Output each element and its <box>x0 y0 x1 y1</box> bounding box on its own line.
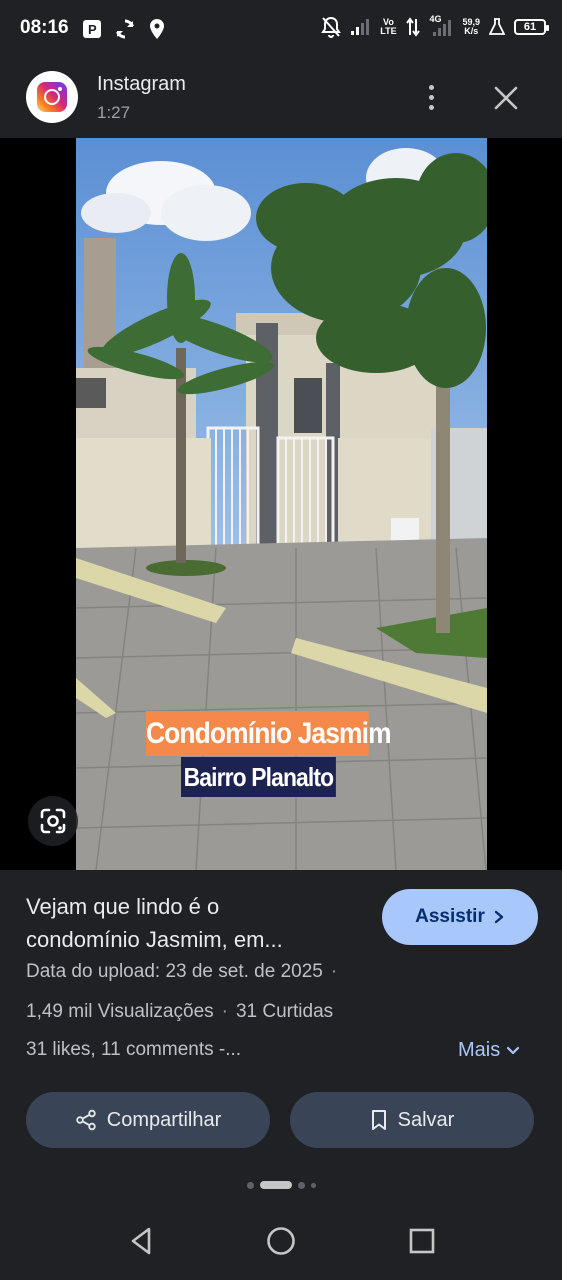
save-label: Salvar <box>397 1108 455 1131</box>
chevron-down-icon <box>507 1046 520 1054</box>
status-right-icons: Vo LTE 4G 59,9 K/s 61 <box>321 15 549 38</box>
video-title[interactable]: Vejam que lindo é o condomínio Jasmim, e… <box>26 890 356 956</box>
viewer-header: Instagram 1:27 <box>0 58 562 138</box>
upload-date-line: Data do upload: 23 de set. de 2025 · <box>26 961 338 982</box>
video-info-panel: Vejam que lindo é o condomínio Jasmim, e… <box>0 870 562 1200</box>
battery-indicator: 61 <box>514 19 549 35</box>
source-name[interactable]: Instagram <box>97 73 186 96</box>
more-options-button[interactable] <box>418 80 444 114</box>
source-avatar[interactable] <box>26 71 78 123</box>
page-dot <box>246 1181 254 1189</box>
video-duration: 1:27 <box>97 103 131 122</box>
view-count: 1,49 mil Visualizações <box>26 1001 214 1022</box>
video-title-line2: condomínio Jasmim, em... <box>26 927 283 952</box>
svg-text:P: P <box>88 22 97 37</box>
signal-1-icon <box>351 19 370 35</box>
status-bar: 08:16 P Vo LTE 4G 59,9 K/s 61 <box>0 0 562 58</box>
bookmark-icon <box>371 1110 386 1130</box>
share-label: Compartilhar <box>106 1108 222 1131</box>
status-time: 08:16 <box>20 17 69 38</box>
description-snippet: 31 likes, 11 comments -... <box>26 1039 242 1060</box>
recents-square-icon[interactable] <box>405 1224 439 1258</box>
signal-2-group: 4G <box>429 15 453 37</box>
location-icon <box>150 19 164 39</box>
share-icon <box>76 1109 96 1131</box>
chevron-right-icon <box>494 910 504 924</box>
page-dot <box>310 1182 316 1188</box>
video-thumbnail[interactable]: Condomínio Jasmim Bairro Planalto <box>76 138 487 870</box>
share-button[interactable]: Compartilhar <box>26 1092 270 1148</box>
system-nav-bar <box>0 1200 562 1280</box>
flask-icon <box>489 18 505 35</box>
data-transfer-icon <box>406 17 421 37</box>
status-left-icons: P <box>82 18 166 40</box>
video-title-line1: Vejam que lindo é o <box>26 894 220 919</box>
close-icon[interactable] <box>490 82 522 114</box>
page-dot-active <box>259 1181 292 1189</box>
notifications-off-icon <box>321 16 342 38</box>
save-button[interactable]: Salvar <box>290 1092 534 1148</box>
like-count: 31 Curtidas <box>235 1001 334 1022</box>
instagram-logo-icon <box>37 82 67 112</box>
network-speed-unit: K/s <box>464 26 479 36</box>
stats-line: 1,49 mil Visualizações · 31 Curtidas <box>26 1001 334 1022</box>
google-lens-icon <box>40 808 66 834</box>
signal-2-icon <box>433 20 452 36</box>
sync-icon <box>116 19 134 39</box>
video-overlay-title: Condomínio Jasmim <box>146 711 392 756</box>
more-label: Mais <box>458 1039 501 1061</box>
network-speed: 59,9 K/s <box>462 18 480 36</box>
more-link[interactable]: Mais <box>458 1039 520 1062</box>
back-triangle-icon[interactable] <box>125 1224 159 1258</box>
watch-button[interactable]: Assistir <box>382 889 538 945</box>
volte-label: Vo LTE <box>380 17 397 36</box>
more-vertical-icon <box>428 84 434 90</box>
page-indicator <box>0 1181 562 1189</box>
parking-icon: P <box>83 20 101 38</box>
watch-label: Assistir <box>415 906 485 927</box>
home-circle-icon[interactable] <box>264 1224 298 1258</box>
google-lens-button[interactable] <box>28 796 78 846</box>
page-dot <box>297 1181 305 1189</box>
video-overlay-subtitle: Bairro Planalto <box>181 757 336 797</box>
media-viewer[interactable]: Condomínio Jasmim Bairro Planalto <box>0 138 562 870</box>
upload-date: Data do upload: 23 de set. de 2025 <box>26 961 323 982</box>
